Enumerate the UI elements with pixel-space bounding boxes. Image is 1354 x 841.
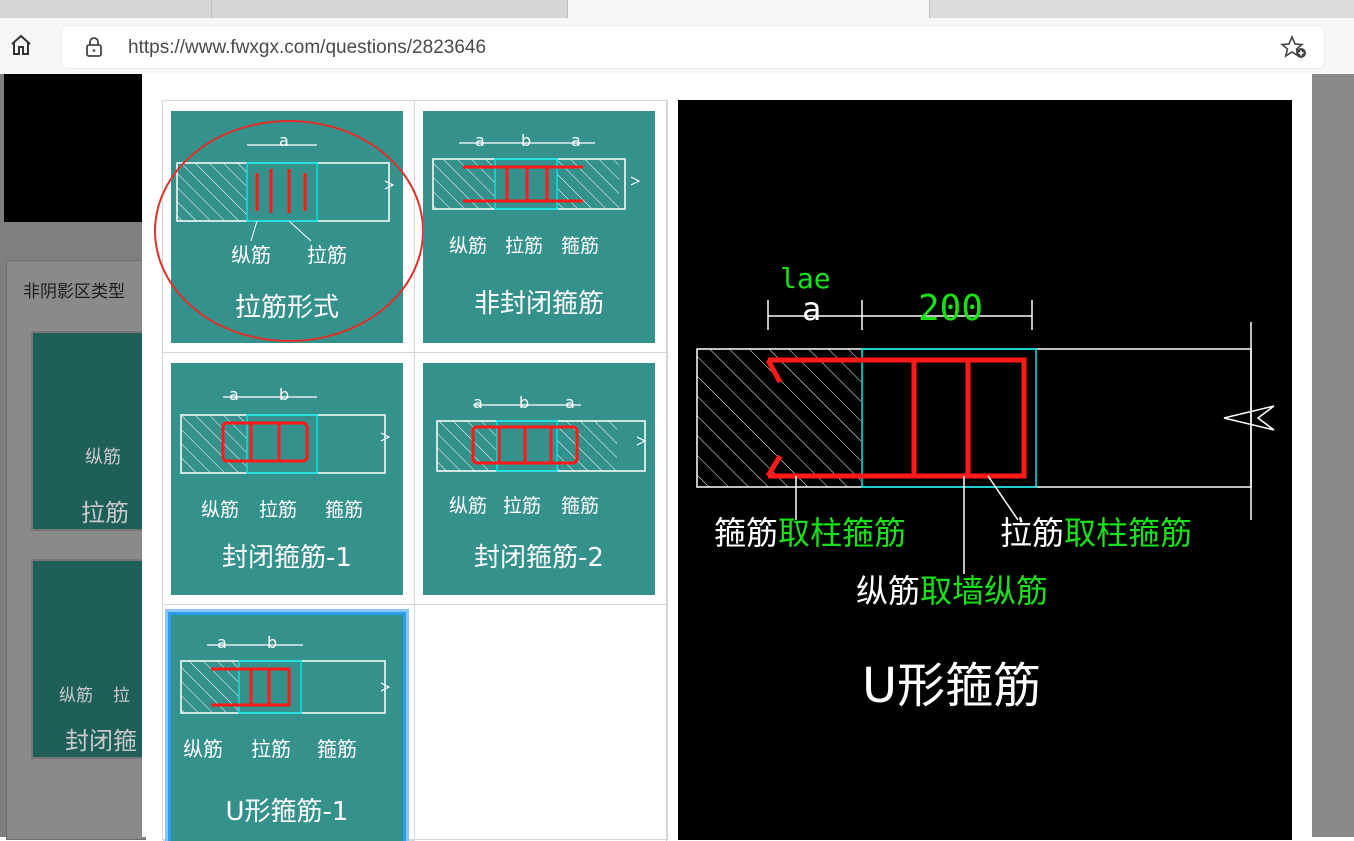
dim-label: a bbox=[475, 131, 485, 150]
browser-tab-active[interactable] bbox=[568, 0, 930, 18]
background-card: 纵筋 拉筋 bbox=[31, 331, 151, 531]
background-card-label: 纵筋 bbox=[85, 447, 121, 468]
preview-label-longitudinal: 纵筋取墙纵筋 bbox=[856, 572, 1049, 610]
background-card-caption: 封闭箍 bbox=[65, 727, 137, 755]
dim-label: a bbox=[217, 633, 227, 652]
option-caption: 非封闭箍筋 bbox=[473, 289, 604, 319]
dim-label: a bbox=[229, 385, 239, 404]
dim-label: b bbox=[279, 385, 290, 404]
rebar-type-dialog: a 纵筋 拉筋 拉筋形式 a b a 纵筋 拉筋 箍筋 非封闭箍筋 a b 纵筋… bbox=[142, 74, 1312, 841]
option-card[interactable]: a b a 纵筋 拉筋 箍筋 非封闭箍筋 bbox=[423, 111, 655, 343]
dim-label: a bbox=[565, 393, 575, 412]
option-grid: a 纵筋 拉筋 拉筋形式 a b a 纵筋 拉筋 箍筋 非封闭箍筋 a b 纵筋… bbox=[154, 100, 668, 841]
preview-panel: lae a 200 箍筋取柱箍筋 拉筋取柱箍筋 纵筋取墙纵筋 U形箍筋 bbox=[678, 100, 1292, 840]
option-cell-u-stirrup-1[interactable]: a b 纵筋 拉筋 箍筋 U形箍筋-1 bbox=[163, 605, 415, 841]
rebar-label: 箍筋 bbox=[317, 737, 357, 761]
rebar-label: 拉筋 bbox=[251, 737, 291, 761]
preview-dim-a: a bbox=[802, 290, 822, 328]
rebar-label: 拉筋 bbox=[503, 495, 542, 517]
browser-tab-strip bbox=[0, 0, 1354, 18]
option-cell-closed-stirrup-1[interactable]: a b 纵筋 拉筋 箍筋 封闭箍筋-1 bbox=[163, 353, 415, 605]
rebar-label: 纵筋 bbox=[183, 737, 223, 761]
browser-tab[interactable] bbox=[0, 0, 212, 18]
dim-label: b bbox=[521, 131, 532, 150]
dim-label: a bbox=[571, 131, 581, 150]
option-caption: 封闭箍筋-1 bbox=[222, 543, 352, 573]
favorites-add-icon[interactable] bbox=[1280, 34, 1308, 60]
u-stirrup-preview-diagram bbox=[696, 300, 1275, 574]
option-cell-closed-stirrup-2[interactable]: a b a 纵筋 拉筋 箍筋 封闭箍筋-2 bbox=[415, 353, 667, 605]
home-icon[interactable] bbox=[8, 32, 34, 58]
background-panel: 非阴影区类型 纵筋 拉筋 纵筋 拉 封闭箍 bbox=[6, 260, 151, 840]
address-bar-area: https://www.fwxgx.com/questions/2823646 bbox=[0, 18, 1354, 74]
background-card-caption: 拉筋 bbox=[81, 499, 129, 527]
preview-title: U形箍筋 bbox=[862, 658, 1042, 714]
rebar-label: 纵筋 bbox=[201, 499, 240, 521]
background-card-label: 纵筋 bbox=[59, 686, 93, 706]
preview-label-stirrup: 箍筋取柱箍筋 bbox=[714, 514, 907, 552]
option-card[interactable]: a b a 纵筋 拉筋 箍筋 封闭箍筋-2 bbox=[423, 363, 655, 595]
rebar-label: 纵筋 bbox=[449, 235, 488, 257]
url-text: https://www.fwxgx.com/questions/2823646 bbox=[128, 37, 487, 58]
rebar-label: 箍筋 bbox=[325, 499, 364, 521]
option-caption: 封闭箍筋-2 bbox=[474, 543, 604, 573]
background-panel-label: 非阴影区类型 bbox=[23, 282, 125, 301]
option-cell-empty bbox=[415, 605, 667, 841]
option-caption: U形箍筋-1 bbox=[225, 797, 349, 827]
preview-label-tie: 拉筋取柱箍筋 bbox=[1000, 514, 1193, 552]
preview-dim-b: 200 bbox=[918, 288, 984, 329]
option-cell-tie-form[interactable]: a 纵筋 拉筋 拉筋形式 bbox=[154, 101, 424, 353]
rebar-label: 纵筋 bbox=[449, 495, 488, 517]
option-card[interactable]: a b 纵筋 拉筋 箍筋 封闭箍筋-1 bbox=[171, 363, 403, 595]
background-card-label: 拉 bbox=[113, 686, 130, 706]
dim-label: b bbox=[519, 393, 530, 412]
rebar-label: 箍筋 bbox=[561, 495, 600, 517]
option-card[interactable]: a b 纵筋 拉筋 箍筋 U形箍筋-1 bbox=[171, 615, 403, 841]
background-black-image bbox=[4, 74, 154, 222]
option-cell-open-stirrup[interactable]: a b a 纵筋 拉筋 箍筋 非封闭箍筋 bbox=[415, 101, 667, 353]
browser-tab[interactable] bbox=[212, 0, 568, 18]
lock-icon[interactable] bbox=[84, 36, 104, 58]
background-card: 纵筋 拉 封闭箍 bbox=[31, 559, 151, 759]
rebar-label: 拉筋 bbox=[259, 499, 298, 521]
dim-label: a bbox=[473, 393, 483, 412]
annotation-circle bbox=[154, 120, 424, 342]
dim-label: b bbox=[267, 633, 278, 652]
rebar-label: 拉筋 bbox=[505, 235, 544, 257]
rebar-label: 箍筋 bbox=[561, 235, 600, 257]
url-field[interactable]: https://www.fwxgx.com/questions/2823646 bbox=[62, 26, 1324, 68]
